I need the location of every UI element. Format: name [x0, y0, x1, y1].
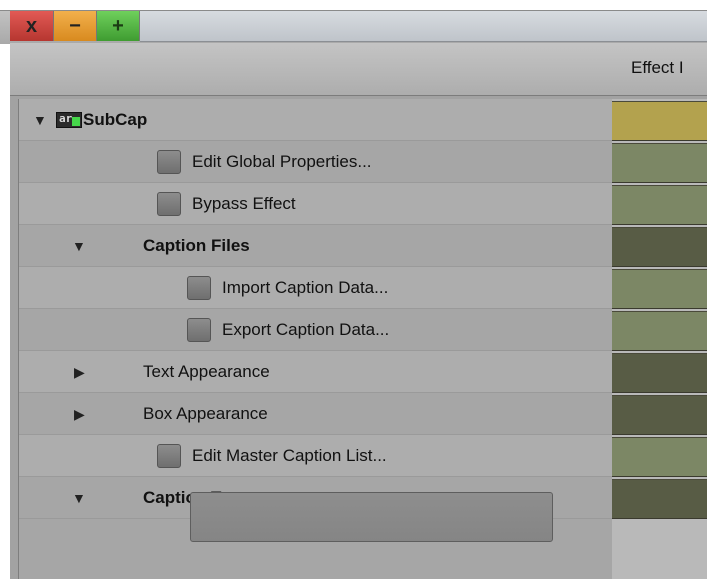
export-caption-data-button[interactable]	[187, 318, 211, 342]
collapse-arrow-icon[interactable]: ▶	[74, 351, 85, 393]
collapse-arrow-icon[interactable]: ▶	[74, 393, 85, 435]
tree-item-label: Bypass Effect	[192, 194, 296, 213]
plugin-green-indicator	[72, 117, 80, 126]
tree-row-text-appearance[interactable]: ▶ Text Appearance	[19, 351, 613, 393]
keyframe-track-import-caption-data[interactable]	[612, 269, 707, 309]
tree-row-caption-files[interactable]: ▼ Caption Files	[19, 225, 613, 267]
edit-master-caption-list-button[interactable]	[157, 444, 181, 468]
close-window-button[interactable]: x	[10, 11, 54, 41]
tree-row-export-caption-data[interactable]: Export Caption Data...	[19, 309, 613, 351]
subcap-plugin-icon: ar	[56, 112, 82, 128]
tree-group-label: Text Appearance	[143, 362, 270, 381]
keyframe-track-bypass-effect[interactable]	[612, 185, 707, 225]
expand-arrow-icon[interactable]: ▼	[33, 99, 47, 141]
keyframe-track-box-appearance[interactable]	[612, 395, 707, 435]
keyframe-track-subcap[interactable]	[612, 101, 707, 141]
tree-item-label: Edit Global Properties...	[192, 152, 372, 171]
tree-row-import-caption-data[interactable]: Import Caption Data...	[19, 267, 613, 309]
expand-arrow-icon[interactable]: ▼	[72, 477, 86, 519]
tree-item-label: Edit Master Caption List...	[192, 446, 387, 465]
tree-row-subcap[interactable]: ▼ ar SubCap	[19, 99, 613, 141]
keyframe-track-caption-text[interactable]	[612, 479, 707, 519]
window-titlebar: x − +	[0, 10, 707, 44]
column-header: Effect I	[10, 43, 707, 96]
tree-group-label: Caption Files	[143, 236, 250, 255]
tree-row-edit-master-caption-list[interactable]: Edit Master Caption List...	[19, 435, 613, 477]
bypass-effect-checkbox[interactable]	[157, 192, 181, 216]
tree-row-bypass-effect[interactable]: Bypass Effect	[19, 183, 613, 225]
maximize-window-button[interactable]: +	[97, 11, 140, 41]
tree-row-box-appearance[interactable]: ▶ Box Appearance	[19, 393, 613, 435]
plugin-glyph-icon: ar	[59, 112, 73, 125]
tree-group-label: Box Appearance	[143, 404, 268, 423]
import-caption-data-button[interactable]	[187, 276, 211, 300]
tree-item-label: Export Caption Data...	[222, 320, 390, 339]
minimize-window-button[interactable]: −	[54, 11, 97, 41]
tree-item-label: Import Caption Data...	[222, 278, 389, 297]
keyframe-track-edit-master-caption-list[interactable]	[612, 437, 707, 477]
keyframe-track-export-caption-data[interactable]	[612, 311, 707, 351]
title-bar-drag-area[interactable]	[140, 11, 707, 42]
keyframe-track-caption-files[interactable]	[612, 227, 707, 267]
caption-text-field[interactable]	[190, 492, 553, 542]
keyframe-track-edit-global-properties[interactable]	[612, 143, 707, 183]
tree-row-edit-global-properties[interactable]: Edit Global Properties...	[19, 141, 613, 183]
tree-root-label: SubCap	[83, 110, 148, 129]
edit-global-properties-button[interactable]	[157, 150, 181, 174]
keyframe-track-text-appearance[interactable]	[612, 353, 707, 393]
effect-column-title: Effect I	[631, 58, 684, 77]
keyframe-track-column	[612, 99, 707, 579]
expand-arrow-icon[interactable]: ▼	[72, 225, 86, 267]
